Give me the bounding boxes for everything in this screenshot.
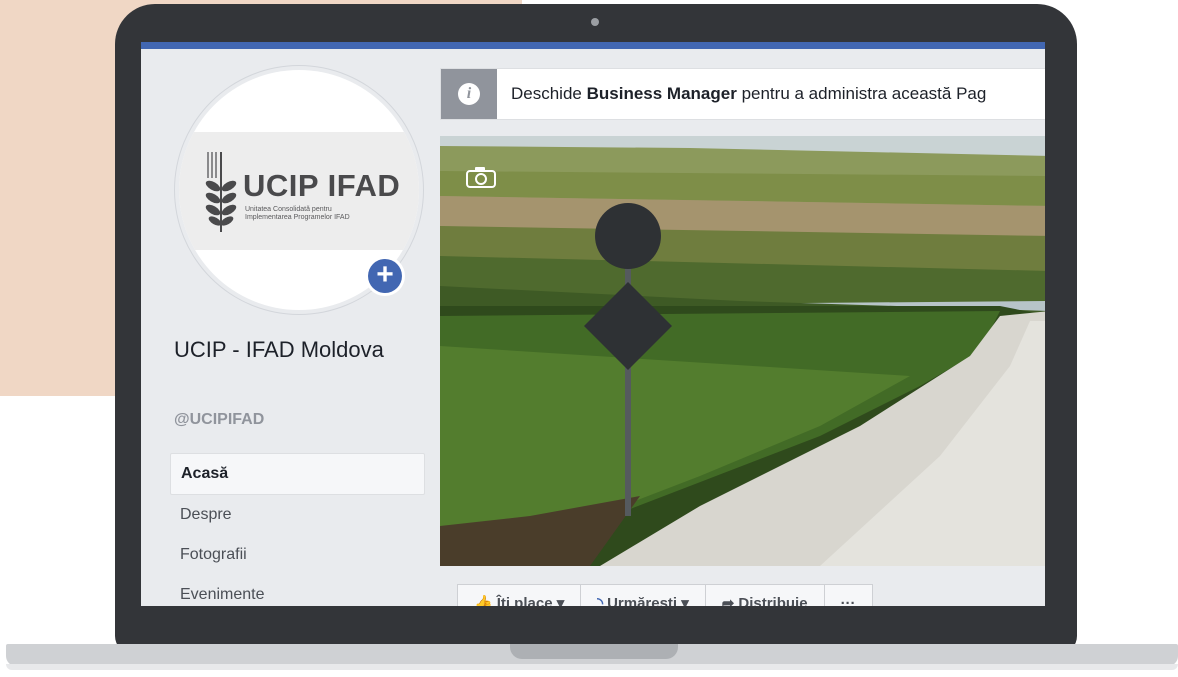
notice-icon-box: i (441, 69, 497, 119)
business-manager-link[interactable]: Business Manager (587, 84, 737, 103)
cover-photo[interactable] (440, 136, 1045, 566)
follow-button[interactable]: ◝ Urmărești ▾ (580, 584, 706, 606)
wheat-logo-icon (205, 152, 237, 232)
business-manager-notice: i Deschide Business Manager pentru a adm… (440, 68, 1045, 120)
notice-text: Deschide Business Manager pentru a admin… (511, 84, 987, 103)
page-handle[interactable]: @UCIPIFAD (174, 411, 264, 429)
share-arrow-icon: ➦ (721, 595, 735, 606)
ellipsis-icon: ··· (840, 595, 856, 606)
rss-icon: ◝ (597, 595, 604, 606)
nav-item-acasa[interactable]: Acasă (170, 453, 425, 495)
logo-band: UCIP IFAD Unitatea Consolidată pentru Im… (179, 132, 419, 250)
facebook-page-screen: UCIP IFAD Unitatea Consolidată pentru Im… (141, 42, 1045, 606)
webcam-icon (591, 18, 599, 26)
info-icon: i (458, 83, 480, 105)
page-title: UCIP - IFAD Moldova (174, 337, 384, 362)
logo-subtitle: Unitatea Consolidată pentru Implementare… (245, 206, 350, 221)
laptop-base-edge (6, 664, 1178, 670)
plus-icon: + (368, 259, 402, 293)
top-nav-bar (141, 42, 1045, 49)
camera-icon[interactable] (466, 166, 496, 188)
nav-item-fotografii[interactable]: Fotografii (170, 535, 425, 575)
nav-item-evenimente[interactable]: Evenimente (170, 575, 425, 606)
thumbs-up-icon: 👍 (474, 595, 493, 606)
more-options-button[interactable]: ··· (823, 584, 873, 606)
add-profile-picture-button[interactable]: + (365, 256, 405, 296)
share-button[interactable]: ➦ Distribuie (704, 584, 825, 606)
logo-title: UCIP IFAD (243, 168, 401, 203)
like-button[interactable]: 👍 Îți place ▾ (457, 584, 582, 606)
nav-item-despre[interactable]: Despre (170, 495, 425, 535)
page-action-bar: 👍 Îți place ▾ ◝ Urmărești ▾ ➦ Distribuie ··… (457, 584, 873, 606)
page-left-nav: Acasă Despre Fotografii Evenimente (170, 453, 425, 606)
cover-photo-image (440, 136, 1045, 566)
laptop-notch (510, 644, 678, 659)
